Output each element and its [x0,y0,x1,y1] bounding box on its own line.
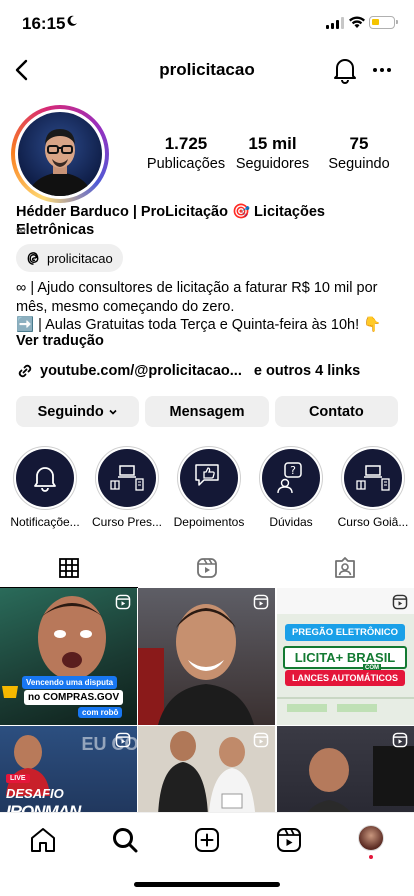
profile-stats: 1.725 Publicações 15 mil Seguidores 75 S… [145,134,400,174]
post-thumbnail[interactable]: EU CO LIVE DESAFIO IRONMAN [0,726,137,826]
highlight-label: Notificaçõe... [10,515,80,529]
highlight-item[interactable]: ? Dúvidas [250,446,332,529]
see-translation-link[interactable]: Ver tradução [16,333,104,349]
profile-bio: ∞ | Ajudo consultores de licitação a fat… [16,279,406,335]
profile-avatar[interactable] [11,105,109,203]
followers-count-value: 15 mil [248,134,297,153]
link-icon [18,364,32,378]
bio-line: ➡️ | Aulas Gratuitas toda Terça e Quinta… [16,317,382,333]
reel-icon [392,732,408,748]
reel-icon [253,594,269,610]
battery-icon [369,16,398,29]
followers-count-label: Seguidores [235,156,310,172]
following-count-value: 75 [349,134,369,153]
cellular-signal-icon [326,17,344,29]
threads-badge[interactable]: prolicitacao [16,244,123,272]
svg-text:?: ? [290,464,296,477]
following-count-label: Seguindo [328,156,390,172]
question-icon: ? [277,462,302,494]
profile-links[interactable]: youtube.com/@prolicitacao... e outros 4 … [16,361,360,381]
post-caption-overlay: com robô [78,707,123,718]
post-caption-overlay: DESAFIO [6,786,64,801]
profile-name-suffix: ∞ [16,221,26,237]
profile-display-name: Hédder Barduco | ProLicitação 🎯 Licitaçõ… [16,204,325,238]
story-highlights: Notificaçõe... Curso Pres... Depoimentos [0,446,414,536]
more-links[interactable]: e outros 4 links [254,363,360,379]
notification-dot [369,855,373,859]
highlight-label: Curso Pres... [91,515,163,529]
bio-line: ∞ | Ajudo consultores de licitação a fat… [16,280,378,296]
highlight-label: Depoimentos [173,515,245,529]
post-caption-overlay: no COMPRAS.GOV [24,690,124,705]
followers-count[interactable]: 15 mil Seguidores [232,134,314,174]
home-icon[interactable] [28,825,58,855]
following-count[interactable]: 75 Seguindo [318,134,400,174]
search-icon[interactable] [110,825,140,855]
laptop-icon [356,465,390,491]
reel-icon [115,594,131,610]
reel-icon [115,732,131,748]
reels-icon[interactable] [274,825,304,855]
highlight-item[interactable]: Depoimentos [168,446,250,529]
posts-count-value: 1.725 [164,134,208,153]
bell-icon [34,467,56,492]
thumbs-up-icon [195,464,219,486]
posts-count-label: Publicações [146,156,226,172]
moon-icon [66,15,78,30]
wifi-icon [349,16,365,28]
reel-icon [253,732,269,748]
post-thumbnail[interactable]: PREGÃO ELETRÔNICO LICITA+ BRASIL COM LAN… [277,588,414,725]
highlight-item[interactable]: Curso Pres... [86,446,168,529]
tagged-icon [335,557,355,578]
bio-line: mês, mesmo começando do zero. [16,298,235,315]
highlight-item[interactable]: Curso Goiâ... [332,446,414,529]
threads-icon [27,251,39,265]
status-time: 16:15 [22,14,66,33]
posts-count[interactable]: 1.725 Publicações [145,134,227,174]
highlight-label: Dúvidas [269,515,313,529]
highlight-label: Curso Goiâ... [337,515,409,529]
reels-icon [197,558,217,578]
following-button[interactable]: Seguindo [16,396,140,427]
highlight-item[interactable]: Notificaçõe... [4,446,86,529]
tab-posts-grid[interactable] [0,548,138,588]
threads-handle: prolicitacao [47,250,113,266]
post-thumbnail[interactable] [138,726,275,826]
status-bar: 16:15 [0,0,414,48]
tab-reels[interactable] [138,548,276,588]
profile-header: prolicitacao [0,48,414,92]
tab-tagged[interactable] [276,548,414,588]
profile-photo [18,112,102,196]
post-caption-overlay: LANCES AUTOMÁTICOS [285,670,405,686]
message-button[interactable]: Mensagem [145,396,269,427]
post-caption-overlay: Vencendo uma disputa [22,676,118,689]
post-caption-overlay: PREGÃO ELETRÔNICO [285,624,405,641]
posts-grid: Vencendo uma disputa no COMPRAS.GOV com … [0,588,414,826]
post-thumbnail[interactable] [277,726,414,826]
own-profile-avatar[interactable] [358,825,384,851]
following-button-label: Seguindo [37,403,104,420]
home-indicator [134,882,280,887]
bell-icon[interactable] [332,56,358,84]
create-post-icon[interactable] [192,825,222,855]
profile-tabs [0,548,414,588]
post-thumbnail[interactable]: Vencendo uma disputa no COMPRAS.GOV com … [0,588,137,725]
chevron-down-icon [109,409,117,415]
profile-link-url[interactable]: youtube.com/@prolicitacao... [40,363,242,379]
contact-button[interactable]: Contato [274,396,398,427]
reel-icon [392,594,408,610]
post-caption-overlay: LICITA+ BRASIL [283,646,407,669]
laptop-icon [110,465,144,491]
post-thumbnail[interactable] [138,588,275,725]
grid-icon [59,557,79,578]
live-badge: LIVE [6,774,30,783]
profile-actions: Seguindo Mensagem Contato [16,396,398,427]
more-options-icon[interactable] [370,58,394,82]
